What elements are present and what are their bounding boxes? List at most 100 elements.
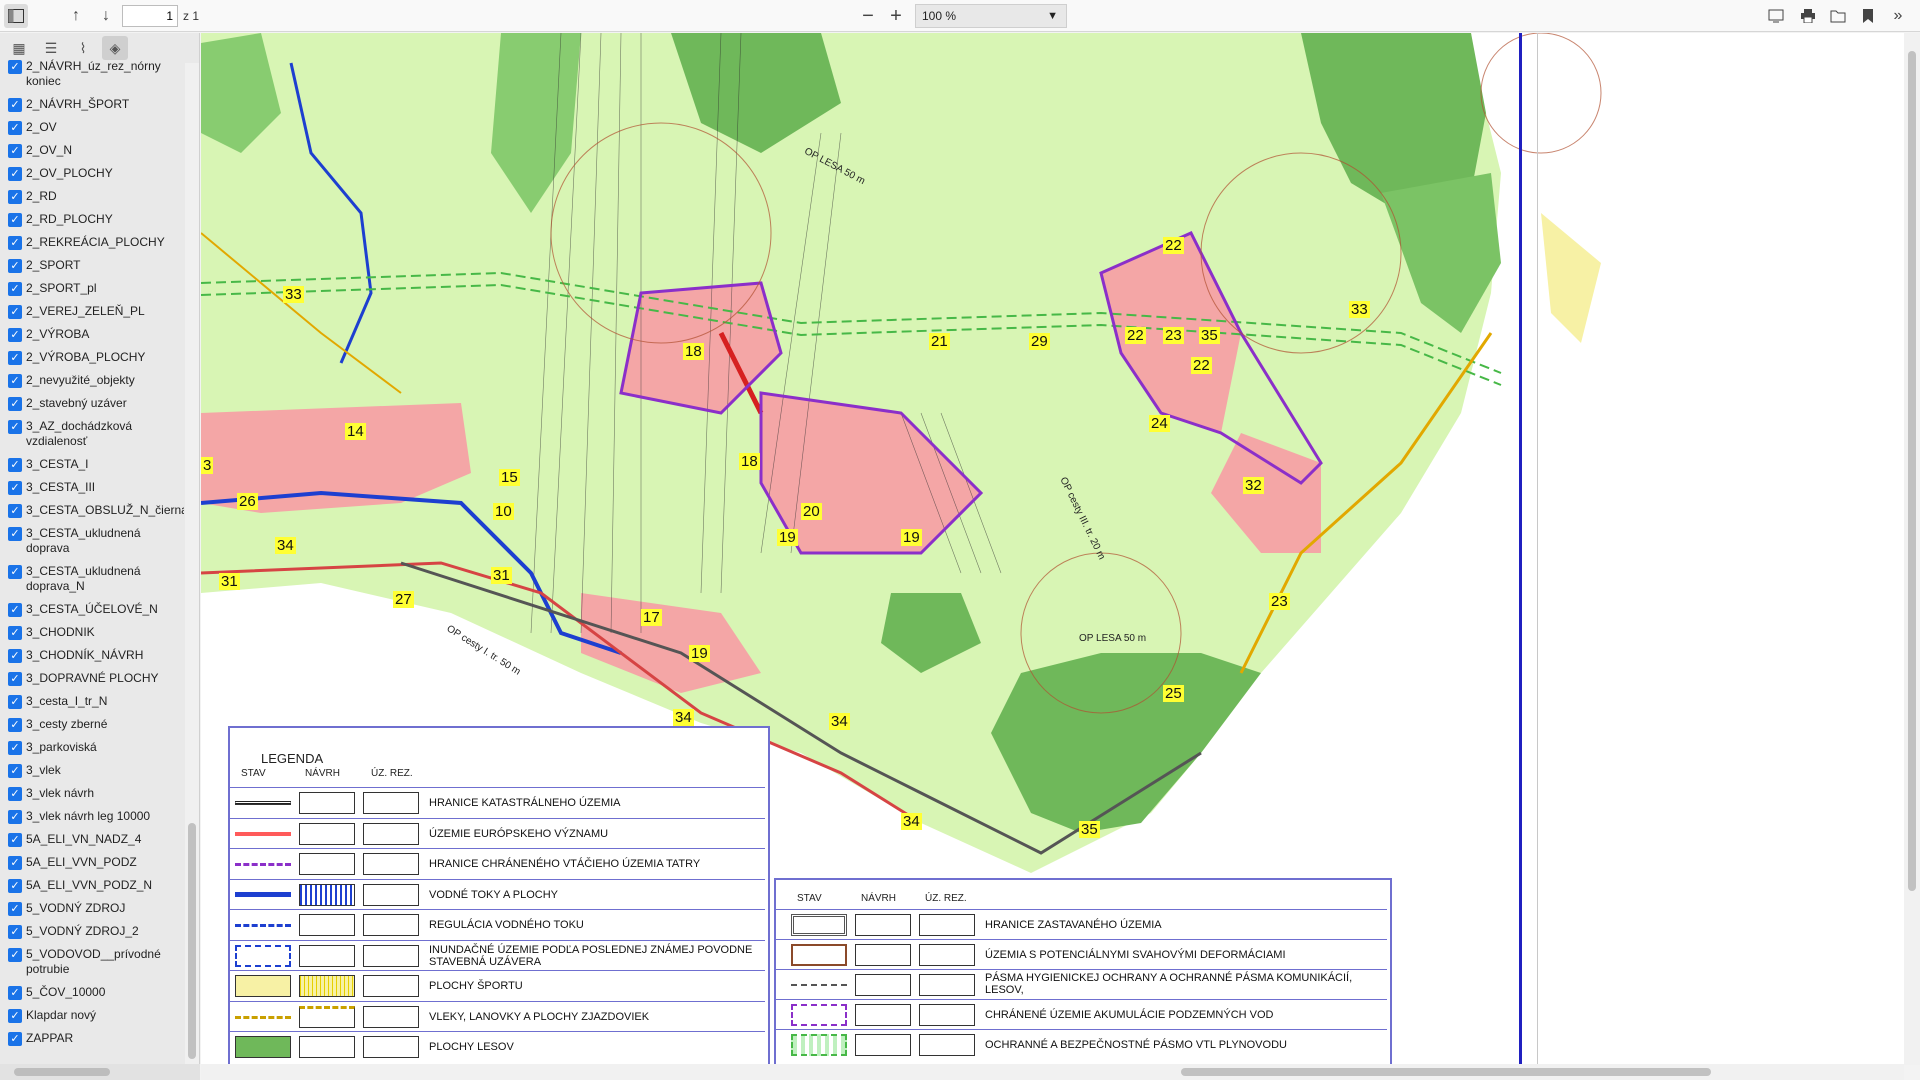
layer-checkbox[interactable]: ✓: [8, 626, 22, 640]
layer-checkbox[interactable]: ✓: [8, 1009, 22, 1023]
layer-checkbox[interactable]: ✓: [8, 810, 22, 824]
layer-checkbox[interactable]: ✓: [8, 649, 22, 663]
layer-item[interactable]: ✓ ZAPPAR: [0, 1027, 184, 1050]
horizontal-scroll-thumb[interactable]: [1181, 1068, 1711, 1076]
layer-checkbox[interactable]: ✓: [8, 458, 22, 472]
layer-checkbox[interactable]: ✓: [8, 1032, 22, 1046]
layer-checkbox[interactable]: ✓: [8, 833, 22, 847]
sidebar-scroll-thumb[interactable]: [188, 823, 196, 1059]
layer-checkbox[interactable]: ✓: [8, 305, 22, 319]
layer-item[interactable]: ✓ 3_CESTA_ÚČELOVÉ_N: [0, 598, 184, 621]
layer-item[interactable]: ✓ 3_AZ_dochádzková vzdialenosť: [0, 415, 184, 453]
layer-checkbox[interactable]: ✓: [8, 190, 22, 204]
layer-checkbox[interactable]: ✓: [8, 167, 22, 181]
layer-item[interactable]: ✓ 5A_ELI_VVN_PODZ_N: [0, 874, 184, 897]
layer-checkbox[interactable]: ✓: [8, 98, 22, 112]
layer-item[interactable]: ✓ 3_CESTA_ukludnená doprava: [0, 522, 184, 560]
layer-checkbox[interactable]: ✓: [8, 718, 22, 732]
save-icon[interactable]: [1826, 4, 1850, 28]
layer-checkbox[interactable]: ✓: [8, 695, 22, 709]
print-icon[interactable]: [1796, 4, 1820, 28]
layer-item[interactable]: ✓ 3_cesty zberné: [0, 713, 184, 736]
sidebar-horizontal-thumb[interactable]: [14, 1068, 110, 1076]
layer-item[interactable]: ✓ 3_vlek návrh leg 10000: [0, 805, 184, 828]
layer-item[interactable]: ✓ 3_CHODNIK: [0, 621, 184, 644]
layer-item[interactable]: ✓ 5A_ELI_VN_NADZ_4: [0, 828, 184, 851]
layer-item[interactable]: ✓ 3_CESTA_III: [0, 476, 184, 499]
vertical-scroll-thumb[interactable]: [1908, 51, 1916, 891]
layer-item[interactable]: ✓ 3_CESTA_ukludnená doprava_N: [0, 560, 184, 598]
layer-checkbox[interactable]: ✓: [8, 60, 22, 74]
layer-checkbox[interactable]: ✓: [8, 787, 22, 801]
page-number-input[interactable]: [122, 5, 178, 27]
layer-item[interactable]: ✓ 3_DOPRAVNÉ PLOCHY: [0, 667, 184, 690]
layer-item[interactable]: ✓ 2_OV_PLOCHY: [0, 162, 184, 185]
zoom-in-button[interactable]: +: [884, 4, 908, 28]
layer-item[interactable]: ✓ 2_REKREÁCIA_PLOCHY: [0, 231, 184, 254]
layer-item[interactable]: ✓ 3_vlek: [0, 759, 184, 782]
layer-item[interactable]: ✓ 5_VODOVOD__prívodné potrubie: [0, 943, 184, 981]
zoom-select[interactable]: 100 % ▼: [915, 4, 1067, 28]
layer-checkbox[interactable]: ✓: [8, 351, 22, 365]
layer-checkbox[interactable]: ✓: [8, 879, 22, 893]
layer-item[interactable]: ✓ 2_OV: [0, 116, 184, 139]
layer-checkbox[interactable]: ✓: [8, 504, 22, 518]
layer-item[interactable]: ✓ 3_vlek návrh: [0, 782, 184, 805]
layer-item[interactable]: ✓ 2_SPORT_pl: [0, 277, 184, 300]
horizontal-scrollbar[interactable]: [201, 1064, 1904, 1080]
layer-checkbox[interactable]: ✓: [8, 527, 22, 541]
bookmark-icon[interactable]: [1856, 4, 1880, 28]
layer-item[interactable]: ✓ 2_NÁVRH_ŠPORT: [0, 93, 184, 116]
layer-item[interactable]: ✓ 2_stavebný uzáver: [0, 392, 184, 415]
layer-item[interactable]: ✓ 3_CESTA_OBSLUŽ_N_čierna: [0, 499, 184, 522]
layer-item[interactable]: ✓ 2_VÝROBA_PLOCHY: [0, 346, 184, 369]
next-page-icon[interactable]: ↓: [94, 4, 118, 28]
layer-item[interactable]: ✓ 2_VEREJ_ZELEŇ_PL: [0, 300, 184, 323]
layer-checkbox[interactable]: ✓: [8, 121, 22, 135]
layer-item[interactable]: ✓ 3_CESTA_I: [0, 453, 184, 476]
layer-checkbox[interactable]: ✓: [8, 856, 22, 870]
layer-item[interactable]: ✓ 5_ČOV_10000: [0, 981, 184, 1004]
layer-checkbox[interactable]: ✓: [8, 420, 22, 434]
layer-item[interactable]: ✓ 3_cesta_I_tr_N: [0, 690, 184, 713]
layer-item[interactable]: ✓ Klapdar nový: [0, 1004, 184, 1027]
layer-checkbox[interactable]: ✓: [8, 902, 22, 916]
layer-checkbox[interactable]: ✓: [8, 565, 22, 579]
layer-item[interactable]: ✓ 2_RD_PLOCHY: [0, 208, 184, 231]
layer-checkbox[interactable]: ✓: [8, 948, 22, 962]
sidebar-toggle-icon[interactable]: [4, 4, 28, 28]
layer-checkbox[interactable]: ✓: [8, 764, 22, 778]
layer-item[interactable]: ✓ 2_nevyužité_objekty: [0, 369, 184, 392]
layer-checkbox[interactable]: ✓: [8, 603, 22, 617]
zoom-out-button[interactable]: −: [856, 4, 880, 28]
layer-checkbox[interactable]: ✓: [8, 672, 22, 686]
layer-checkbox[interactable]: ✓: [8, 144, 22, 158]
layer-item[interactable]: ✓ 5_VODNÝ ZDROJ_2: [0, 920, 184, 943]
layer-checkbox[interactable]: ✓: [8, 213, 22, 227]
layer-checkbox[interactable]: ✓: [8, 328, 22, 342]
more-tools-icon[interactable]: »: [1886, 4, 1910, 28]
layer-checkbox[interactable]: ✓: [8, 236, 22, 250]
layer-checkbox[interactable]: ✓: [8, 282, 22, 296]
layer-item[interactable]: ✓ 2_NÁVRH_úz_rez_nórny koniec: [0, 55, 184, 93]
layer-checkbox[interactable]: ✓: [8, 397, 22, 411]
layer-checkbox[interactable]: ✓: [8, 986, 22, 1000]
layer-item[interactable]: ✓ 5A_ELI_VVN_PODZ: [0, 851, 184, 874]
layer-item[interactable]: ✓ 2_OV_N: [0, 139, 184, 162]
layer-item[interactable]: ✓ 2_RD: [0, 185, 184, 208]
vertical-scrollbar[interactable]: [1904, 33, 1920, 1065]
layer-checkbox[interactable]: ✓: [8, 259, 22, 273]
layer-item[interactable]: ✓ 2_SPORT: [0, 254, 184, 277]
layer-item[interactable]: ✓ 5_VODNÝ ZDROJ: [0, 897, 184, 920]
layer-item[interactable]: ✓ 3_CHODNÍK_NÁVRH: [0, 644, 184, 667]
layer-item[interactable]: ✓ 3_parkoviská: [0, 736, 184, 759]
layer-item[interactable]: ✓ 2_VÝROBA: [0, 323, 184, 346]
present-icon[interactable]: [1764, 4, 1788, 28]
sidebar-horizontal-scrollbar[interactable]: [0, 1064, 200, 1080]
layer-checkbox[interactable]: ✓: [8, 925, 22, 939]
previous-page-icon[interactable]: ↑: [64, 4, 88, 28]
sidebar-scrollbar[interactable]: [185, 63, 199, 1065]
layer-checkbox[interactable]: ✓: [8, 374, 22, 388]
layer-checkbox[interactable]: ✓: [8, 741, 22, 755]
layer-checkbox[interactable]: ✓: [8, 481, 22, 495]
